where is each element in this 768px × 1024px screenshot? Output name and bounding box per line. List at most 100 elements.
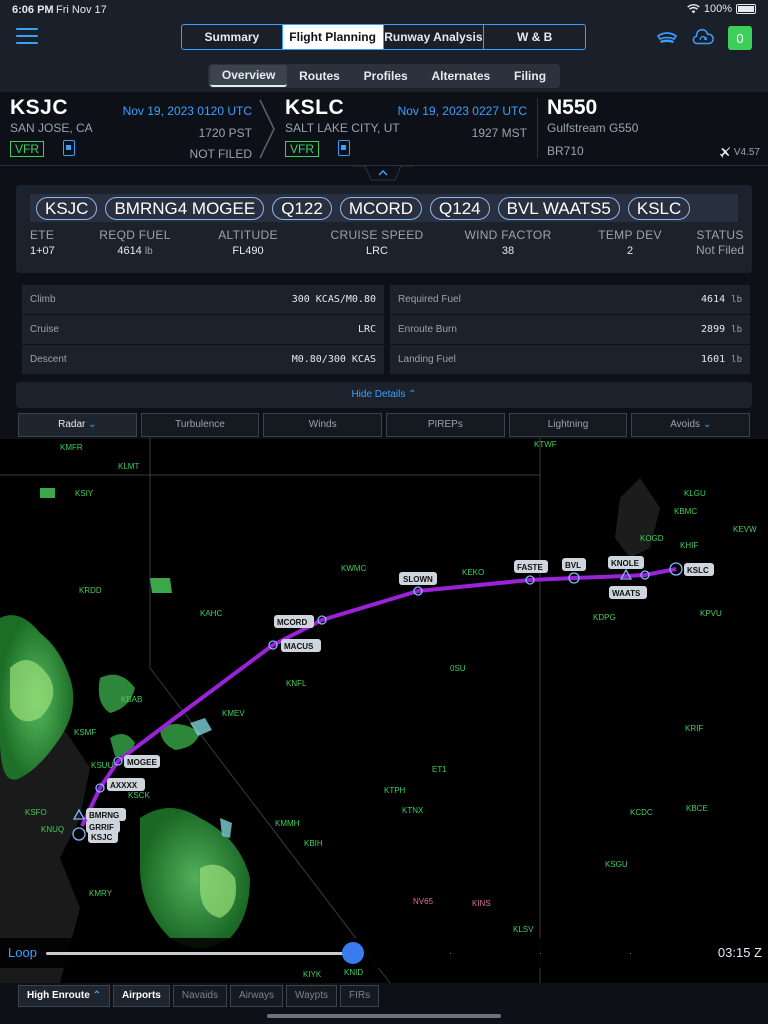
wp-axxxx[interactable]: AXXXX <box>110 781 138 790</box>
apt-label[interactable]: KAHC <box>200 609 222 618</box>
wp-slown[interactable]: SLOWN <box>403 575 433 584</box>
apt-label[interactable]: 0SU <box>450 664 466 673</box>
apt-label[interactable]: KIYK <box>303 970 322 979</box>
apt-label[interactable]: KBMC <box>674 507 697 516</box>
profile-row[interactable]: Cruise LRC <box>22 315 384 344</box>
menu-icon[interactable] <box>16 28 38 46</box>
layer-pireps[interactable]: PIREPs <box>386 413 505 437</box>
wp-ksjc[interactable]: KSJC <box>91 833 113 842</box>
toggle-airports[interactable]: Airports <box>112 985 170 1007</box>
layer-lightning[interactable]: Lightning <box>508 413 628 437</box>
subtab-routes[interactable]: Routes <box>287 66 352 86</box>
wp-bvl[interactable]: BVL <box>565 561 581 570</box>
departure-block[interactable]: KSJC SAN JOSE, CA Nov 19, 2023 0120 UTC … <box>10 96 252 161</box>
restricted-label[interactable]: KINS <box>472 899 491 908</box>
toggle-waypts[interactable]: Waypts <box>286 985 337 1007</box>
loop-button[interactable]: Loop <box>8 945 37 960</box>
wp-waats[interactable]: WAATS <box>612 589 641 598</box>
departure-doc-icon[interactable] <box>63 140 75 156</box>
notification-badge[interactable]: 0 <box>728 26 752 50</box>
apt-label[interactable]: KTWF <box>534 440 557 449</box>
map-canvas[interactable]: SLOWN FASTE BVL KNOLE WAATS KSLC MCORD M… <box>0 438 768 983</box>
toggle-navaids[interactable]: Navaids <box>172 985 227 1007</box>
toggle-airways[interactable]: Airways <box>230 985 284 1007</box>
route-chip[interactable]: Q124 <box>430 196 490 220</box>
route-chip[interactable]: BVL WAATS5 <box>497 196 620 220</box>
tab-summary[interactable]: Summary <box>182 25 283 49</box>
apt-label[interactable]: KTPH <box>384 786 406 795</box>
route-chip[interactable]: Q122 <box>272 196 332 220</box>
tab-weight-balance[interactable]: W & B <box>484 25 585 49</box>
wp-faste[interactable]: FASTE <box>517 563 543 572</box>
home-indicator[interactable] <box>267 1014 501 1018</box>
apt-label[interactable]: KRDD <box>79 586 102 595</box>
tab-flight-planning[interactable]: Flight Planning <box>282 25 384 49</box>
fuel-row[interactable]: Required Fuel 4614 lb <box>390 285 750 314</box>
apt-label[interactable]: KBCE <box>686 804 708 813</box>
apt-label[interactable]: KLMT <box>118 462 139 471</box>
collapse-header-button[interactable] <box>353 165 413 181</box>
apt-label[interactable]: KTNX <box>402 806 424 815</box>
chart-type-dropdown[interactable]: High Enroute ⌃ <box>18 985 110 1007</box>
apt-label[interactable]: KLSV <box>513 925 534 934</box>
cloud-sync-icon[interactable] <box>692 28 714 48</box>
apt-label[interactable]: KSMF <box>74 728 96 737</box>
wp-macus[interactable]: MACUS <box>284 642 314 651</box>
apt-label[interactable]: KSGU <box>605 860 628 869</box>
apt-label[interactable]: KCDC <box>630 808 653 817</box>
wp-mcord[interactable]: MCORD <box>277 618 307 627</box>
apt-label[interactable]: KNID <box>344 968 363 977</box>
apt-label[interactable]: KOGD <box>640 534 664 543</box>
apt-label[interactable]: KSCK <box>128 791 150 800</box>
profile-row[interactable]: Climb 300 KCAS/M0.80 <box>22 285 384 314</box>
layer-winds[interactable]: Winds <box>263 413 383 437</box>
restricted-label[interactable]: NV65 <box>413 897 434 906</box>
apt-label[interactable]: KSUU <box>91 761 113 770</box>
route-chip[interactable]: KSLC <box>627 196 691 220</box>
apt-label[interactable]: KWMC <box>341 564 367 573</box>
arrival-block[interactable]: KSLC SALT LAKE CITY, UT Nov 19, 2023 022… <box>285 96 527 140</box>
apt-label[interactable]: KSFO <box>25 808 47 817</box>
wp-kslc[interactable]: KSLC <box>687 566 709 575</box>
apt-label[interactable]: KRIF <box>685 724 703 733</box>
apt-label[interactable]: KMRY <box>89 889 113 898</box>
apt-label[interactable]: KHIF <box>680 541 698 550</box>
route-map[interactable]: SLOWN FASTE BVL KNOLE WAATS KSLC MCORD M… <box>0 438 768 983</box>
apt-label[interactable]: KEVW <box>733 525 757 534</box>
wp-bmrng[interactable]: BMRNG <box>89 811 119 820</box>
subtab-profiles[interactable]: Profiles <box>352 66 420 86</box>
aircraft-block[interactable]: N550 Gulfstream G550 BR710 <box>547 96 638 158</box>
loop-scrubber[interactable] <box>342 942 365 964</box>
subtab-overview[interactable]: Overview <box>210 65 288 87</box>
subtab-filing[interactable]: Filing <box>502 66 558 86</box>
layer-radar[interactable]: Radar ⌄ <box>18 413 137 437</box>
apt-label[interactable]: ET1 <box>432 765 447 774</box>
layer-avoids[interactable]: Avoids ⌄ <box>631 413 751 437</box>
arrival-doc-icon[interactable] <box>338 140 350 156</box>
apt-label[interactable]: KLGU <box>684 489 706 498</box>
apt-label[interactable]: KBIH <box>304 839 323 848</box>
fuel-row[interactable]: Enroute Burn 2899 lb <box>390 315 750 344</box>
layer-turbulence[interactable]: Turbulence <box>140 413 260 437</box>
route-chip[interactable]: BMRNG4 MOGEE <box>105 196 265 220</box>
apt-label[interactable]: KMEV <box>222 709 245 718</box>
wp-knole[interactable]: KNOLE <box>611 559 640 568</box>
apt-label[interactable]: KMFR <box>60 443 83 452</box>
apt-label[interactable]: KEKO <box>462 568 484 577</box>
subtab-alternates[interactable]: Alternates <box>420 66 503 86</box>
apt-label[interactable]: KNUQ <box>41 825 64 834</box>
hide-details-button[interactable]: Hide Details ⌃ <box>16 382 752 408</box>
apt-label[interactable]: KMMH <box>275 819 300 828</box>
apt-label[interactable]: KNFL <box>286 679 307 688</box>
loop-progress-track[interactable] <box>46 952 354 955</box>
apt-label[interactable]: KDPG <box>593 613 616 622</box>
wp-mogee[interactable]: MOGEE <box>127 758 157 767</box>
pilot-cap-icon[interactable] <box>656 28 678 48</box>
profile-row[interactable]: Descent M0.80/300 KCAS <box>22 345 384 374</box>
departure-flight-rules[interactable]: VFR <box>10 141 44 157</box>
arrival-flight-rules[interactable]: VFR <box>285 141 319 157</box>
apt-label[interactable]: KSIY <box>75 489 94 498</box>
tab-runway-analysis[interactable]: Runway Analysis <box>384 25 485 49</box>
toggle-firs[interactable]: FIRs <box>339 985 380 1007</box>
route-chip[interactable]: MCORD <box>339 196 423 220</box>
